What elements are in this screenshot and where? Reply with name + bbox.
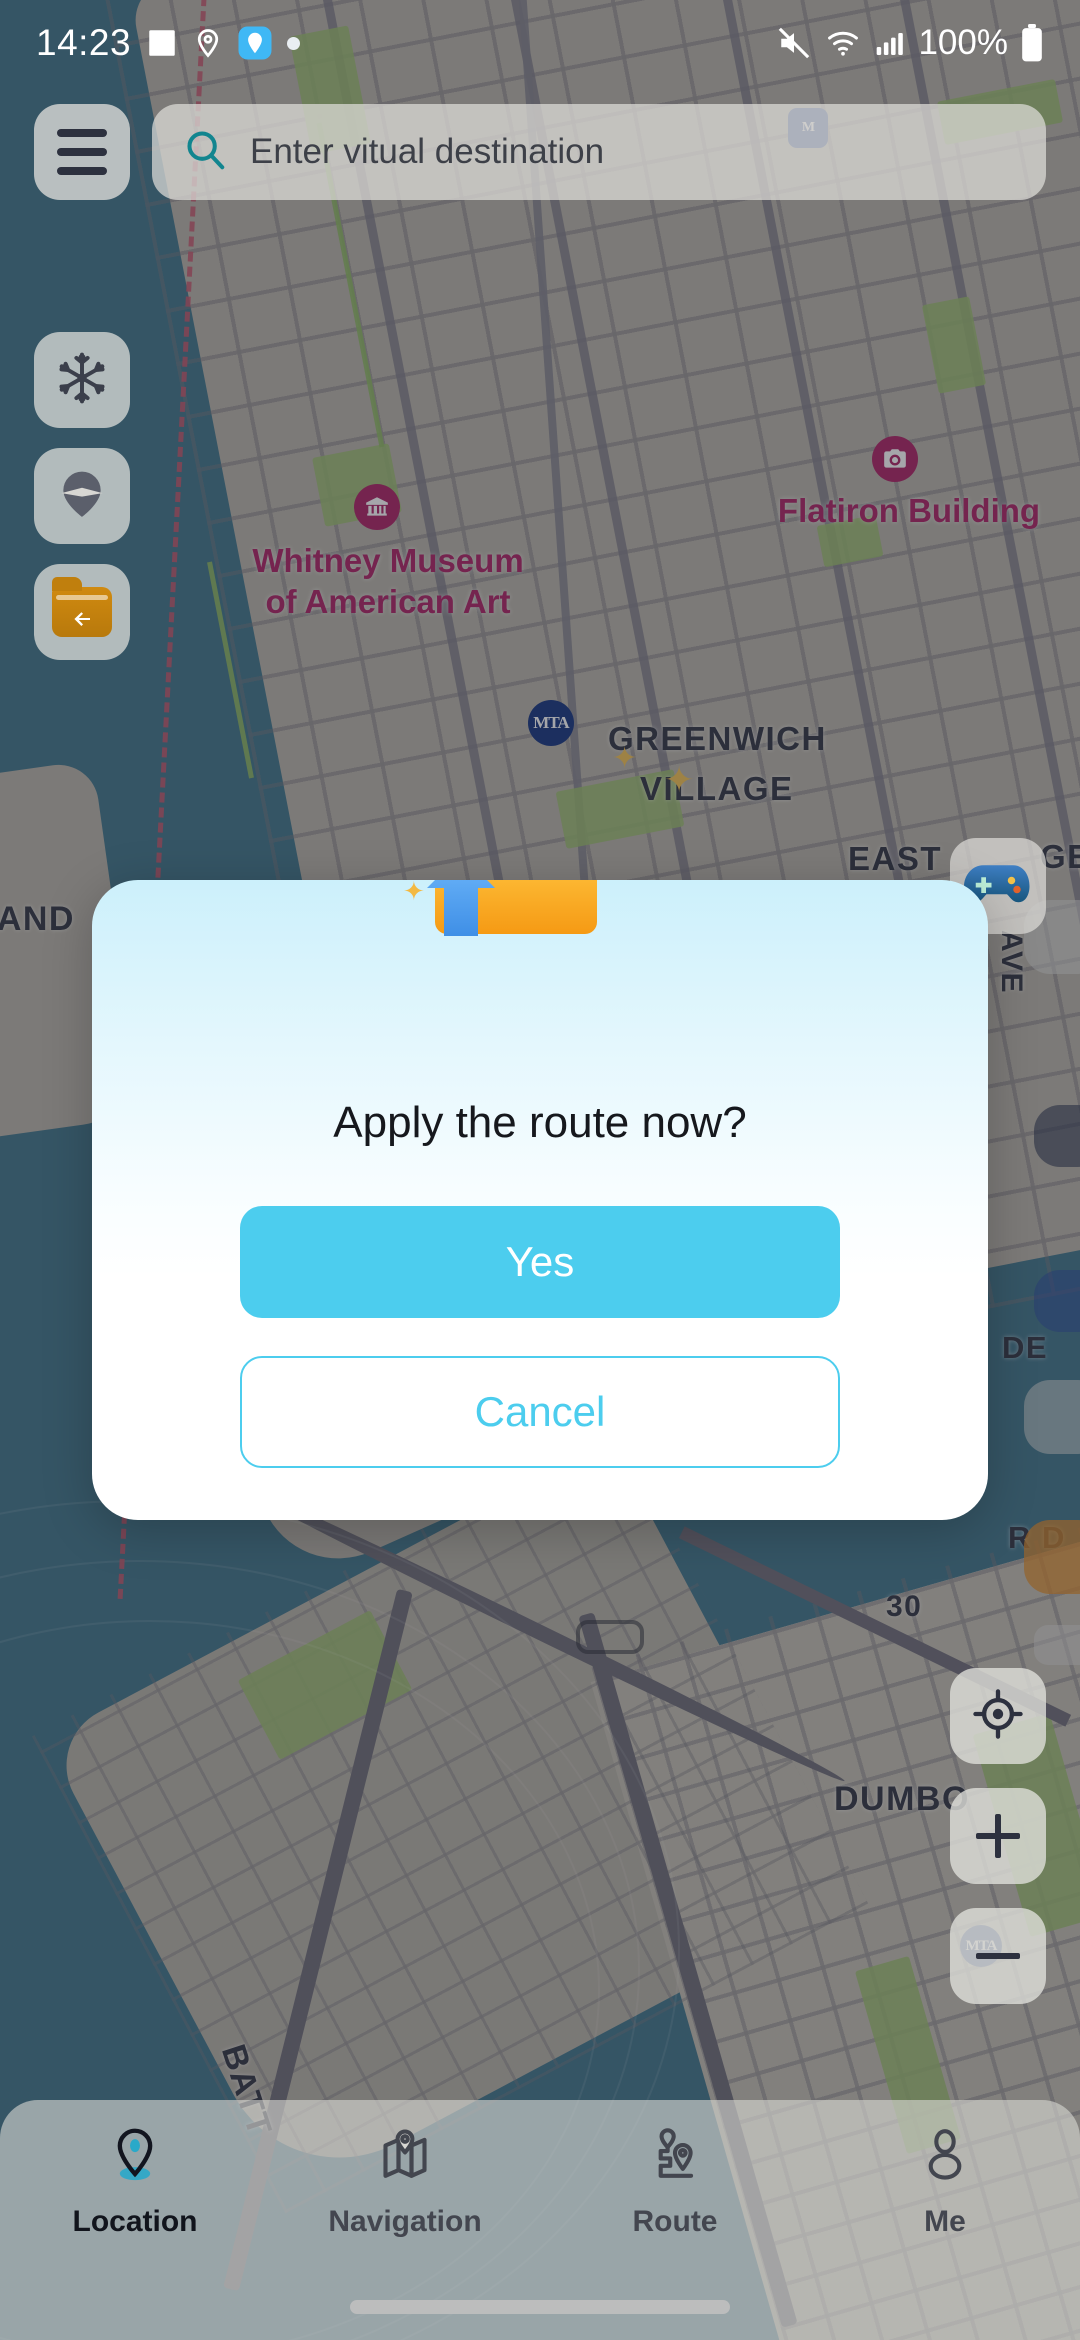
nav-label: Location [72, 2205, 198, 2238]
person-icon [919, 2126, 971, 2189]
location-pin-icon [193, 26, 223, 60]
bottom-nav-items: Location Navigation Route Me [0, 2100, 1080, 2264]
wifi-icon [824, 26, 862, 60]
zoom-out-button[interactable] [950, 1908, 1046, 2004]
status-bar-right: 100% [776, 23, 1044, 63]
photos-icon [145, 26, 179, 60]
left-tool-rail [34, 332, 130, 660]
home-indicator[interactable] [350, 2300, 730, 2314]
battery-icon [1020, 24, 1044, 62]
map-pin-icon [54, 466, 110, 527]
locate-me-button[interactable] [950, 1668, 1046, 1764]
status-bar-left: 14:23 [36, 22, 301, 64]
status-clock: 14:23 [36, 22, 132, 63]
location-marker-tool-button[interactable] [34, 448, 130, 544]
bottom-navigation-bar: Location Navigation Route Me [0, 2100, 1080, 2340]
crosshair-icon [972, 1688, 1024, 1745]
snowflake-icon [54, 350, 110, 411]
minus-icon [976, 1953, 1020, 1959]
folder-upload-illustration: ✦ ✦ [403, 880, 597, 936]
hamburger-menu-icon[interactable] [34, 104, 130, 200]
menu-line [57, 148, 107, 156]
nav-item-me[interactable]: Me [810, 2126, 1080, 2264]
folder-back-tool-button[interactable] [34, 564, 130, 660]
nav-item-location[interactable]: Location [0, 2126, 270, 2264]
mute-icon [776, 26, 812, 60]
route-pins-icon [649, 2126, 701, 2189]
cancel-button[interactable]: Cancel [240, 1356, 840, 1468]
confirm-yes-button[interactable]: Yes [240, 1206, 840, 1318]
location-active-icon [237, 25, 273, 61]
plus-icon [976, 1814, 1020, 1858]
status-bar: 14:23 100% [0, 0, 1080, 86]
battery-percent-label: 100% [918, 23, 1008, 62]
dialog-actions: Yes Cancel [92, 1206, 988, 1468]
nav-label: Navigation [328, 2205, 482, 2238]
confirm-dialog: ✦ ✦ Apply the route now? Yes Cancel [92, 880, 988, 1520]
nav-label: Route [632, 2205, 718, 2238]
zoom-in-button[interactable] [950, 1788, 1046, 1884]
search-icon [182, 127, 228, 178]
snowflake-tool-button[interactable] [34, 332, 130, 428]
search-placeholder: Enter vitual destination [250, 132, 605, 171]
folder-arrow-left-icon [52, 577, 112, 637]
nav-label: Me [924, 2205, 966, 2238]
nav-item-navigation[interactable]: Navigation [270, 2126, 540, 2264]
menu-line [57, 129, 107, 137]
recording-dot-icon [287, 36, 301, 50]
cellular-signal-icon [874, 27, 906, 59]
svg-text:✦: ✦ [403, 880, 425, 907]
menu-line [57, 167, 107, 175]
location-pin-icon [109, 2126, 161, 2189]
dialog-title: Apply the route now? [333, 1098, 747, 1147]
top-bar: Enter vitual destination [0, 104, 1080, 200]
search-input[interactable]: Enter vitual destination [152, 104, 1046, 200]
nav-item-route[interactable]: Route [540, 2126, 810, 2264]
map-controls [950, 1668, 1046, 2004]
map-folded-icon [379, 2126, 431, 2189]
